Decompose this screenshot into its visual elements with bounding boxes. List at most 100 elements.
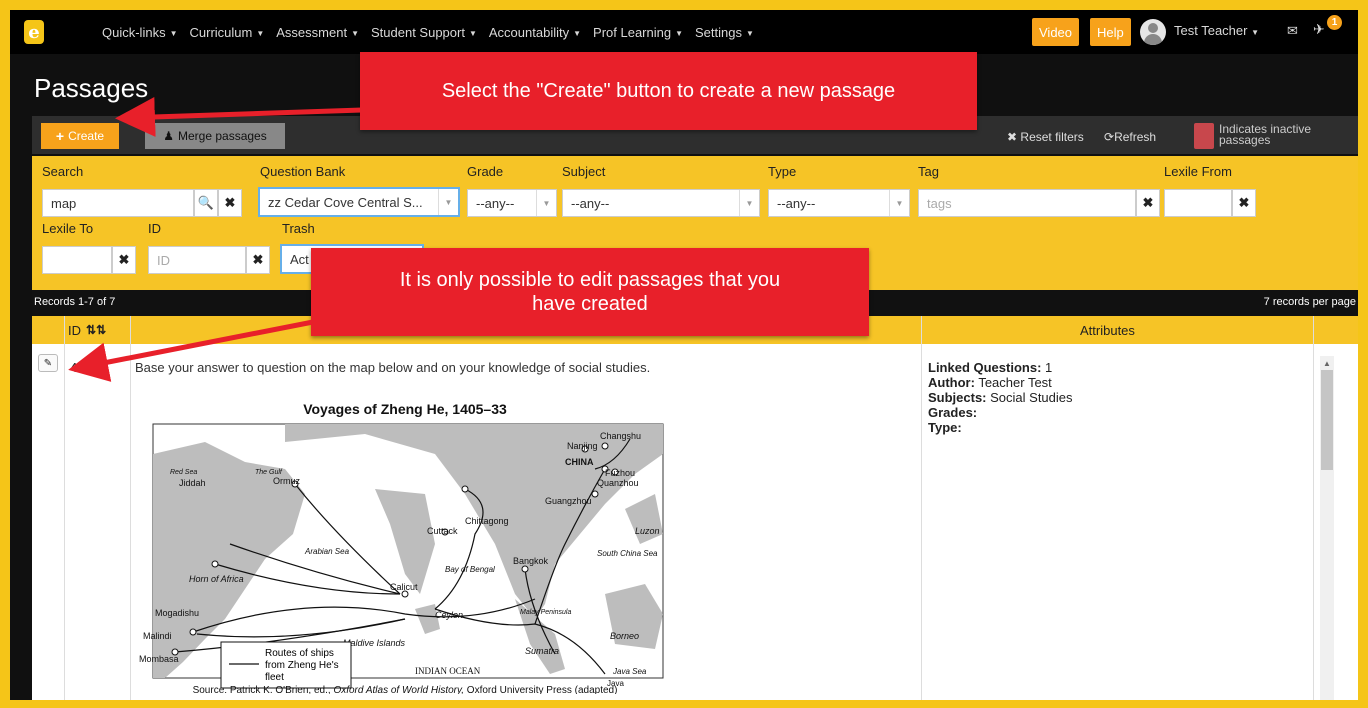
passage-text: Base your answer to question on the map … xyxy=(135,360,651,375)
passages-table: ID ⇅ ⇅ Attributes ✎ 40 Base your answer to… xyxy=(32,316,1358,700)
legend-line: fleet xyxy=(265,672,284,683)
caret-down-icon: ▼ xyxy=(351,28,359,38)
map-place: Borneo xyxy=(610,631,639,641)
passage-attributes: Linked Questions: 1 Author: Teacher Test… xyxy=(928,360,1073,435)
page-title: Passages xyxy=(34,73,149,103)
map-place: Quanzhou xyxy=(597,478,639,488)
grade-label: Grade xyxy=(467,164,504,179)
search-icon[interactable]: 🔍 xyxy=(194,189,218,217)
zheng-he-map: Voyages of Zheng He, 1405–33 Changshu Na… xyxy=(135,394,670,694)
column-divider xyxy=(1313,316,1314,700)
refresh-label: Refresh xyxy=(1114,130,1157,144)
attr-value: Teacher Test xyxy=(974,375,1052,390)
attr-grades: Grades: xyxy=(928,405,1073,420)
chevron-up-icon[interactable]: ▲ xyxy=(1320,356,1334,370)
create-callout: Select the "Create" button to create a n… xyxy=(360,52,977,130)
map-place: Red Sea xyxy=(170,469,197,476)
map-source-prefix: Source: Patrick K. O'Brien, ed., xyxy=(193,685,334,694)
legend-line: from Zheng He's xyxy=(265,660,339,671)
map-source-title: Oxford Atlas of World History, xyxy=(333,685,464,694)
sort-ascending-icon[interactable]: ⇅ xyxy=(86,323,96,337)
refresh-button[interactable]: ⟳Refresh xyxy=(1104,130,1156,144)
map-place: Chittagong xyxy=(465,516,509,526)
inactive-legend: Indicates inactive passages xyxy=(1219,122,1312,147)
merge-passages-button[interactable]: ♟ Merge passages xyxy=(145,123,285,149)
attr-subjects: Subjects: Social Studies xyxy=(928,390,1073,405)
grade-select[interactable]: --any-- ▼ xyxy=(467,189,557,217)
map-place: Nanjing xyxy=(567,441,598,451)
notification-badge: 1 xyxy=(1327,15,1342,30)
trash-label: Trash xyxy=(282,221,315,236)
map-place: Malay Peninsula xyxy=(520,609,571,616)
column-divider xyxy=(130,316,131,700)
attr-label: Type: xyxy=(928,420,962,435)
scrollbar[interactable]: ▲ xyxy=(1320,356,1334,700)
caret-down-icon: ▼ xyxy=(573,28,582,38)
map-place: Calicut xyxy=(390,582,418,592)
column-divider xyxy=(64,316,65,700)
id-input[interactable]: ID xyxy=(148,246,246,274)
chevron-down-icon: ▼ xyxy=(889,190,909,216)
clear-tag-icon[interactable]: ✖ xyxy=(1136,189,1160,217)
app-logo-icon[interactable]: e xyxy=(24,20,44,44)
video-button[interactable]: Video xyxy=(1032,18,1080,46)
type-select[interactable]: --any-- ▼ xyxy=(768,189,910,217)
map-place: Jiddah xyxy=(179,478,206,488)
map-place: Sumatra xyxy=(525,646,559,656)
attr-label: Grades: xyxy=(928,405,978,420)
id-column-header[interactable]: ID ⇅ ⇅ xyxy=(68,316,106,344)
clear-lexile-from-icon[interactable]: ✖ xyxy=(1232,189,1256,217)
help-button[interactable]: Help xyxy=(1090,18,1131,46)
map-place: South China Sea xyxy=(597,549,658,558)
edit-callout-line: It is only possible to edit passages tha… xyxy=(399,269,781,291)
map-place: Cuttack xyxy=(427,526,458,536)
menu-label: Accountability xyxy=(488,24,570,40)
attributes-column-header: Attributes xyxy=(1080,322,1135,338)
map-place: Java Sea xyxy=(612,667,647,676)
attr-label: Linked Questions: xyxy=(928,360,1042,375)
chevron-down-icon: ▼ xyxy=(438,189,458,215)
edit-pencil-icon[interactable]: ✎ xyxy=(38,354,58,372)
records-per-page[interactable]: 7 records per page xyxy=(1264,296,1356,308)
caret-down-icon: ▼ xyxy=(169,28,178,38)
map-place: Bangkok xyxy=(513,556,549,566)
tag-input[interactable]: tags xyxy=(918,189,1136,217)
rocket-icon[interactable]: ✈ xyxy=(1313,21,1325,38)
caret-down-icon: ▼ xyxy=(746,28,754,38)
caret-down-icon: ▼ xyxy=(675,28,684,38)
menu-curriculum[interactable]: Curriculum ▼ xyxy=(184,25,271,40)
legend-line: Routes of ships xyxy=(265,648,334,659)
clear-id-icon[interactable]: ✖ xyxy=(246,246,270,274)
chevron-down-icon: ▼ xyxy=(536,190,556,216)
search-input[interactable]: map xyxy=(42,189,194,217)
reset-filters-button[interactable]: ✖ Reset filters xyxy=(1007,130,1084,144)
create-label: Create xyxy=(68,129,105,143)
row-id: 40 xyxy=(70,360,85,375)
user-menu[interactable]: Test Teacher ▼ xyxy=(1174,23,1259,38)
lexile-from-input[interactable] xyxy=(1164,189,1232,217)
menu-student-support[interactable]: Student Support ▼ xyxy=(365,25,483,40)
clear-search-icon[interactable]: ✖ xyxy=(218,189,242,217)
question-bank-select[interactable]: zz Cedar Cove Central S... ▼ xyxy=(258,187,460,217)
avatar[interactable] xyxy=(1140,19,1166,45)
chevron-down-icon: ▼ xyxy=(739,190,759,216)
clear-lexile-to-icon[interactable]: ✖ xyxy=(112,246,136,274)
menu-prof-learning[interactable]: Prof Learning ▼ xyxy=(587,25,689,40)
lexile-to-input[interactable] xyxy=(42,246,112,274)
scroll-thumb[interactable] xyxy=(1321,370,1333,470)
menu-settings[interactable]: Settings ▼ xyxy=(689,25,760,40)
map-place: Maldive Islands xyxy=(343,638,406,648)
create-button[interactable]: + Create xyxy=(41,123,119,149)
map-place: Arabian Sea xyxy=(304,547,350,556)
mail-icon[interactable]: ✉ xyxy=(1287,23,1298,39)
menu-assessment[interactable]: Assessment ▼ xyxy=(270,25,365,40)
attr-author: Author: Teacher Test xyxy=(928,375,1073,390)
subject-select[interactable]: --any-- ▼ xyxy=(562,189,760,217)
menu-label: Prof Learning xyxy=(593,24,672,40)
menu-accountability[interactable]: Accountability ▼ xyxy=(483,25,587,40)
map-source-suffix: Oxford University Press (adapted) xyxy=(464,685,617,694)
records-count: Records 1-7 of 7 xyxy=(34,296,116,308)
sort-descending-icon[interactable]: ⇅ xyxy=(96,323,106,337)
menu-quick-links[interactable]: Quick-links ▼ xyxy=(96,25,184,40)
attr-linked-questions: Linked Questions: 1 xyxy=(928,360,1073,375)
